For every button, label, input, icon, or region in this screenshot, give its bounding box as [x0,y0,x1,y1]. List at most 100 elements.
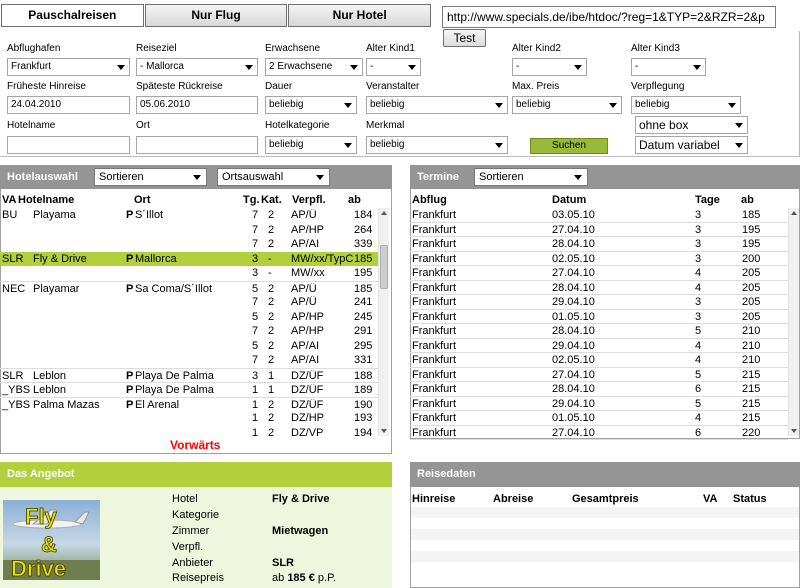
hotel-cell: 2 [268,282,275,295]
table-row[interactable]: 7 2 AP/HP 291 [0,324,378,339]
termine-cell: 6 [695,426,702,439]
table-row[interactable]: 7 2 AP/HP 264 [0,223,378,238]
hotel-cell: 195 [354,267,373,279]
hinreise-input[interactable]: 24.04.2010 [7,96,130,114]
maxpreis-select[interactable]: beliebig [512,96,622,114]
table-row[interactable]: Frankfurt 29.04.10 3 205 [410,295,788,310]
table-row[interactable]: Frankfurt 02.05.10 3 200 [410,252,788,266]
hotel-cell: AP/Ü [291,209,317,221]
termine-cell: 02.05.10 [552,252,595,265]
table-row[interactable]: 5 2 AP/AI 295 [0,339,378,354]
table-row[interactable]: Frankfurt 01.05.10 4 215 [410,411,788,426]
hotelname-input[interactable] [7,136,130,154]
dauer-select[interactable]: beliebig [265,96,357,114]
table-row[interactable]: Frankfurt 29.04.10 4 210 [410,339,788,353]
vorwaerts-link[interactable]: Vorwärts [170,438,220,452]
hotel-cell: Playa De Palma [135,369,214,382]
termine-cell: Frankfurt [412,238,457,250]
scroll-up-icon[interactable] [381,211,387,215]
hotel-cell: 185 [354,282,373,295]
hotel-scroll-thumb[interactable] [380,245,388,289]
termine-cell: Frankfurt [412,296,457,308]
veranstalter-select[interactable]: beliebig [366,96,508,114]
chevron-down-icon [245,65,253,70]
termine-sort-select[interactable]: Sortieren [474,168,588,186]
table-row[interactable]: Frankfurt 01.05.10 3 205 [410,310,788,324]
tab-nur-hotel[interactable]: Nur Hotel [288,4,432,27]
termine-scrollbar[interactable] [788,208,799,436]
chevron-down-icon [735,143,743,148]
hotelkategorie-select[interactable]: beliebig [265,136,357,154]
erwachsene-label: Erwachsene [265,43,321,54]
ort-input[interactable] [136,136,258,154]
termine-cell: 3 [695,238,702,250]
hotel-cell: Leblon [33,369,67,382]
table-row[interactable]: Frankfurt 27.04.10 5 215 [410,368,788,382]
rueckreise-input[interactable]: 05.06.2010 [136,96,258,114]
hotel-col-header: VA [2,194,17,206]
kind1-select[interactable]: - [366,58,421,76]
table-row[interactable]: _YBS Palma Mazas P El Arenal 1 2 DZ/ÜF 190 [0,396,378,412]
hotel-scrollbar[interactable] [378,208,389,436]
table-row[interactable]: 1 2 DZ/HP 193 [0,411,378,426]
url-input[interactable]: http://www.specials.de/ibe/htdoc/?reg=1&… [442,6,776,28]
table-row[interactable]: 7 2 AP/AI 331 [0,353,378,368]
table-row[interactable]: Frankfurt 28.04.10 6 215 [410,382,788,397]
termine-cell: 5 [695,368,702,381]
table-row[interactable]: 3- MW/xx 195 [0,266,378,281]
table-row[interactable]: SLR Leblon P Playa De Palma 3 1 DZ/ÜF 188 [0,367,378,383]
termine-cell: 195 [742,238,761,250]
hotel-cell: DZ/VP [291,426,324,439]
hotel-cell: 194 [354,426,373,439]
table-row[interactable]: Frankfurt 28.04.10 3 195 [410,237,788,252]
tab-pauschalreisen[interactable]: Pauschalreisen [1,4,144,27]
table-row[interactable]: Frankfurt 27.04.10 3 195 [410,223,788,237]
termine-cell: 210 [742,325,761,337]
kind1-label: Alter Kind1 [366,43,415,54]
datum-select[interactable]: Datum variabel [635,136,748,154]
termine-cell: 5 [695,397,702,410]
termine-cell: 03.05.10 [552,209,595,221]
table-row[interactable]: Frankfurt 28.04.10 4 205 [410,281,788,295]
table-row[interactable]: 5 2 AP/HP 245 [0,310,378,325]
verpflegung-select[interactable]: beliebig [631,96,741,114]
hotel-sort-select[interactable]: Sortieren [94,168,207,186]
hotel-cell: 3 [252,267,259,279]
offer-label-kategorie: Kategorie [172,509,220,521]
tab-nur-flug[interactable]: Nur Flug [144,4,288,27]
scroll-down-icon[interactable] [381,429,387,433]
table-row[interactable]: NEC Playamar P Sa Coma/S´Illot 5 2 AP/Ü 185 [0,280,378,296]
reiseziel-select[interactable]: - Mallorca [136,58,258,76]
kind2-select[interactable]: - [512,58,587,76]
termine-cell: 29.04.10 [552,397,595,410]
table-row[interactable]: Frankfurt 29.04.10 5 215 [410,397,788,411]
erwachsene-select[interactable]: 2 Erwachsene [265,58,363,76]
table-row[interactable]: Frankfurt 03.05.10 3 185 [410,208,788,223]
scroll-up-icon[interactable] [791,211,797,215]
table-row[interactable]: Frankfurt 28.04.10 5 210 [410,324,788,339]
table-row[interactable]: Frankfurt 02.05.10 4 210 [410,353,788,368]
hotel-cell: 5 [252,310,259,323]
merkmal-select[interactable]: beliebig [366,136,508,154]
abflughafen-select[interactable]: Frankfurt [7,58,130,76]
table-row[interactable]: 7 2 AP/Ü 241 [0,295,378,310]
reisedaten-row [411,540,799,551]
hotel-cell: Playama [33,209,76,221]
box-select[interactable]: ohne box [635,116,748,134]
table-row[interactable]: BU Playama P S´Illot 7 2 AP/Ü 184 [0,208,378,223]
kind3-select[interactable]: - [631,58,706,76]
suchen-button[interactable]: Suchen [530,138,608,154]
termine-cell: Frankfurt [412,368,457,381]
table-row[interactable]: Frankfurt 27.04.10 4 205 [410,266,788,281]
hotelkategorie-label: Hotelkategorie [265,120,330,131]
tab-bar: Pauschalreisen Nur Flug Nur Hotel [1,4,432,27]
termine-cell: 205 [742,267,761,279]
table-row[interactable]: 7 2 AP/AI 339 [0,237,378,252]
ortsauswahl-select[interactable]: Ortsauswahl [217,168,330,186]
hotel-cell: AP/AI [291,339,320,352]
scroll-down-icon[interactable] [791,429,797,433]
table-row[interactable]: SLR Fly & Drive P Mallorca 3- MW/xx/TypC 185 [0,251,378,266]
table-row[interactable]: Frankfurt 27.04.10 6 220 [410,426,788,440]
chevron-down-icon [344,143,352,148]
table-row[interactable]: _YBS Leblon P Playa De Palma 1 1 DZ/ÜF 189 [0,382,378,397]
